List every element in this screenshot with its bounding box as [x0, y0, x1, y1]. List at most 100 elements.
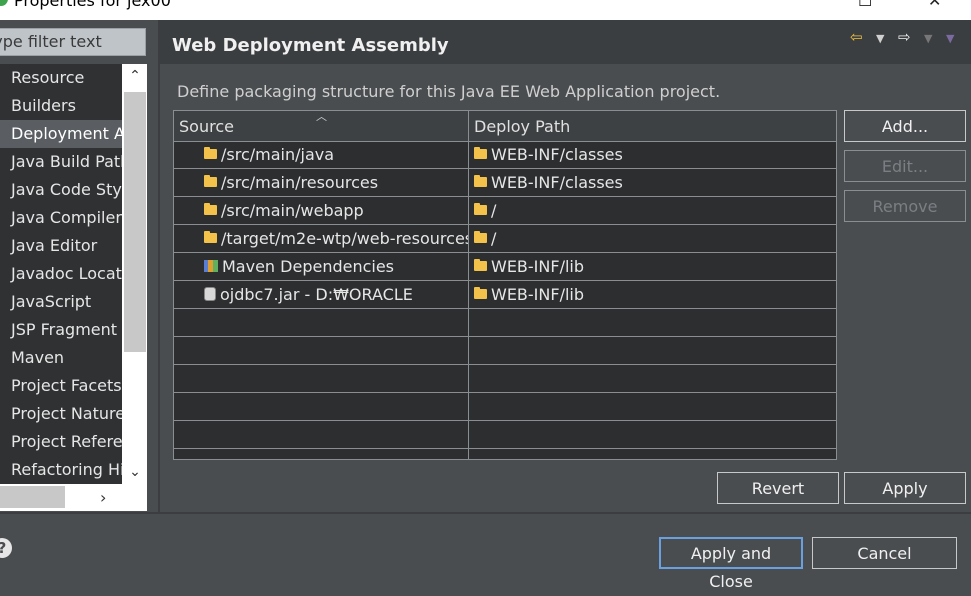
title-bar: Properties for jex00 ☐ ✕ [0, 0, 971, 20]
deploy-path-text: WEB-INF/classes [491, 145, 623, 164]
edit-button[interactable]: Edit... [844, 150, 966, 182]
empty-table-row[interactable] [174, 337, 836, 365]
assembly-table[interactable]: Source ︿ Deploy Path /src/main/java WEB-I… [173, 110, 837, 460]
remove-button[interactable]: Remove [844, 190, 966, 222]
folder-icon [204, 231, 217, 243]
empty-table-row[interactable] [174, 421, 836, 449]
sort-ascending-icon: ︿ [316, 110, 327, 123]
folder-icon [204, 175, 217, 187]
folder-icon [474, 175, 487, 187]
apply-button[interactable]: Apply [844, 472, 966, 504]
deploy-path-cell: WEB-INF/classes [474, 145, 834, 164]
forward-dropdown-icon: ▼ [924, 32, 933, 45]
folder-icon [474, 287, 487, 299]
filter-input[interactable] [0, 32, 137, 51]
source-cell: /src/main/java [204, 145, 468, 164]
help-icon[interactable]: ? [0, 538, 12, 558]
folder-icon [204, 147, 217, 159]
table-row[interactable]: /src/main/java WEB-INF/classes [174, 141, 836, 169]
tree-item[interactable]: Project Facets [0, 372, 122, 400]
filter-box[interactable] [0, 28, 146, 56]
tree-vertical-scrollbar[interactable]: ⌃ ⌄ [122, 64, 147, 484]
window-title: Properties for jex00 [14, 0, 171, 10]
splitter[interactable] [158, 20, 160, 513]
source-text: ojdbc7.jar - D:₩ORACLE [220, 285, 413, 304]
source-text: /target/m2e-wtp/web-resources [221, 229, 468, 248]
table-row[interactable]: /src/main/webapp / [174, 197, 836, 225]
table-header: Source ︿ Deploy Path [174, 111, 836, 142]
tree-item[interactable]: JavaScript [0, 288, 122, 316]
folder-icon [204, 203, 217, 215]
tree-item[interactable]: Javadoc Location [0, 260, 122, 288]
tree-horizontal-scrollbar[interactable]: › [0, 484, 147, 511]
scroll-up-icon[interactable]: ⌃ [127, 68, 143, 84]
source-cell: ojdbc7.jar - D:₩ORACLE [204, 285, 468, 304]
deploy-path-text: WEB-INF/classes [491, 173, 623, 192]
view-menu-icon[interactable]: ▼ [946, 32, 954, 45]
close-icon[interactable]: ✕ [928, 0, 941, 10]
page-description: Define packaging structure for this Java… [177, 82, 721, 101]
folder-icon [474, 259, 487, 271]
source-text: /src/main/resources [221, 173, 379, 192]
arrow-right-icon[interactable]: ⇨ [898, 28, 911, 46]
folder-icon [474, 231, 487, 243]
tree-item[interactable]: Java Editor [0, 232, 122, 260]
deploy-path-cell: / [474, 201, 834, 220]
hscroll-thumb[interactable] [0, 486, 65, 508]
left-panel: ResourceBuildersDeployment AssemblyJava … [0, 20, 160, 513]
page-header: Web Deployment Assembly ⇦ ▼ ⇨ ▼ ▼ [160, 20, 971, 64]
deploy-path-cell: WEB-INF/lib [474, 257, 834, 276]
empty-table-row[interactable] [174, 393, 836, 421]
deploy-path-cell: WEB-INF/lib [474, 285, 834, 304]
deploy-path-text: / [491, 201, 497, 220]
tree-item[interactable]: Refactoring History [0, 456, 122, 484]
tree-item[interactable]: Java Code Style [0, 176, 122, 204]
revert-button[interactable]: Revert [717, 472, 839, 504]
source-text: /src/main/webapp [221, 201, 364, 220]
scroll-right-icon[interactable]: › [100, 488, 106, 507]
tree-item[interactable]: Maven [0, 344, 122, 372]
footer-divider [0, 512, 971, 514]
table-row[interactable]: ojdbc7.jar - D:₩ORACLE WEB-INF/lib [174, 281, 836, 309]
tree-item[interactable]: Builders [0, 92, 122, 120]
scroll-down-icon[interactable]: ⌄ [127, 464, 143, 480]
column-separator [468, 111, 469, 459]
scroll-thumb[interactable] [124, 92, 146, 352]
tree-item[interactable]: Java Compiler [0, 204, 122, 232]
source-cell: Maven Dependencies [204, 257, 468, 276]
cancel-button[interactable]: Cancel [812, 537, 957, 569]
deploy-path-text: WEB-INF/lib [491, 257, 585, 276]
empty-table-row[interactable] [174, 365, 836, 393]
source-cell: /target/m2e-wtp/web-resources [204, 229, 468, 248]
source-text: Maven Dependencies [222, 257, 395, 276]
eclipse-icon [0, 0, 8, 6]
tree-item[interactable]: Java Build Path [0, 148, 122, 176]
maximize-icon[interactable]: ☐ [858, 0, 872, 10]
add-button[interactable]: Add... [844, 110, 966, 142]
source-text: /src/main/java [221, 145, 335, 164]
table-row[interactable]: Maven Dependencies WEB-INF/lib [174, 253, 836, 281]
arrow-left-icon[interactable]: ⇦ [850, 28, 863, 46]
library-icon [204, 260, 218, 272]
deploy-path-cell: WEB-INF/classes [474, 173, 834, 192]
empty-table-row[interactable] [174, 309, 836, 337]
page-title: Web Deployment Assembly [172, 35, 449, 56]
jar-icon [204, 287, 216, 301]
property-page-tree[interactable]: ResourceBuildersDeployment AssemblyJava … [0, 64, 122, 484]
folder-icon [474, 203, 487, 215]
tree-item[interactable]: Resource [0, 64, 122, 92]
deploy-path-cell: / [474, 229, 834, 248]
column-header-source[interactable]: Source [179, 117, 234, 136]
apply-and-close-button[interactable]: Apply and Close [659, 537, 803, 591]
table-row[interactable]: /src/main/resources WEB-INF/classes [174, 169, 836, 197]
source-cell: /src/main/resources [204, 173, 468, 192]
table-row[interactable]: /target/m2e-wtp/web-resources / [174, 225, 836, 253]
tree-item[interactable]: JSP Fragment [0, 316, 122, 344]
tree-item[interactable]: Project Natures [0, 400, 122, 428]
folder-icon [474, 147, 487, 159]
column-header-deploy-path[interactable]: Deploy Path [474, 117, 570, 136]
back-dropdown-icon[interactable]: ▼ [876, 32, 884, 45]
tree-item[interactable]: Deployment Assembly [0, 120, 122, 148]
source-cell: /src/main/webapp [204, 201, 468, 220]
tree-item[interactable]: Project References [0, 428, 122, 456]
